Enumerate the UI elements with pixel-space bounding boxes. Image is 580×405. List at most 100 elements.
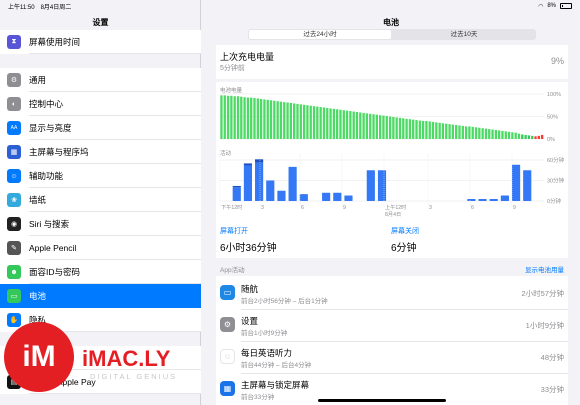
screen-off-label: 屏幕关闭 (391, 228, 419, 235)
app-name: 每日英语听力 (241, 348, 293, 358)
siri-icon: ◉ (7, 217, 21, 231)
sidebar-item[interactable]: ✎ Apple Pencil (0, 236, 201, 260)
app-name: 主屏幕与锁定屏幕 (241, 380, 310, 390)
battery-bar (451, 124, 455, 139)
status-bar: 上午11:50 8月4日周二 ◠ 8% (0, 0, 580, 12)
screen-time-summary: 屏幕打开 6小时36分钟 屏幕关闭 6分钟 (216, 222, 568, 258)
app-usage-row[interactable]: ◌ 每日英语听力 前台44分钟 – 后台4分钟 48分钟 (216, 340, 568, 374)
sidebar-item[interactable]: ❀ 墙纸 (0, 188, 201, 212)
battery-bar (421, 121, 425, 139)
battery-bar (293, 103, 296, 139)
app-usage-row[interactable]: ⚙ 设置 前台1小时9分钟 1小时9分钟 (216, 308, 568, 342)
app-usage-row[interactable]: ▭ 随航前台2小时56分钟 – 后台1分钟 2小时57分钟 (216, 276, 568, 310)
battery-bar (481, 128, 484, 139)
battery-bar (431, 121, 435, 139)
last-charge-sub: 5分钟前 (220, 65, 245, 72)
sidebar-item[interactable]: ☺ 辅助功能 (0, 164, 201, 188)
battery-bar (302, 104, 306, 139)
gear-icon: ⚙ (220, 317, 235, 332)
last-charge-title: 上次充电电量 (220, 52, 275, 62)
battery-bar (448, 124, 451, 139)
sidebar-item-label: 控制中心 (29, 99, 64, 109)
sidebar-item[interactable]: AA 显示与亮度 (0, 116, 201, 140)
activity-bar (255, 162, 264, 201)
activity-bar-overlay (243, 163, 253, 166)
battery-bar (253, 98, 256, 139)
activity-bar (511, 164, 521, 201)
sidecar-icon: ▭ (220, 285, 235, 300)
y-tick-label: 0% (547, 137, 555, 143)
sidebar-item-label: 主屏幕与程序坞 (29, 147, 89, 157)
activity-bar (478, 198, 487, 201)
battery-bar (273, 100, 276, 139)
battery-bar (312, 106, 316, 139)
sidebar-item[interactable]: ▦ 主屏幕与程序坞 (0, 140, 201, 164)
battery-level-label: 电池电量 (220, 88, 243, 94)
battery-bar (514, 132, 517, 139)
battery-bar (309, 105, 312, 139)
battery-bar (438, 122, 441, 139)
app-activity-title: App活动 (220, 267, 245, 274)
battery-bar (491, 129, 494, 139)
home-screen-icon: ▦ (220, 381, 235, 396)
gear-icon: ⚙ (7, 73, 21, 87)
battery-bar (289, 103, 293, 139)
battery-bar (345, 110, 349, 139)
battery-bar (527, 135, 531, 139)
grid-icon: ▦ (7, 145, 21, 159)
activity-bar (523, 170, 532, 201)
screen-on-summary: 屏幕打开 6小时36分钟 (220, 226, 277, 254)
battery-bar (415, 120, 418, 139)
sidebar-item-label: 面容ID与密码 (29, 267, 81, 277)
battery-bar (511, 132, 514, 139)
battery-bar (339, 109, 342, 139)
battery-bar (299, 104, 302, 139)
battery-bar (455, 125, 458, 139)
battery-bar (534, 136, 537, 139)
battery-bar (296, 103, 299, 139)
battery-bar (359, 112, 362, 139)
segment-10d[interactable]: 过去10天 (393, 30, 535, 39)
app-usage-time: 2小时57分钟 (521, 289, 564, 298)
sidebar-item[interactable]: ⧗ 屏幕使用时间 (0, 30, 201, 54)
battery-bar (332, 108, 336, 139)
sidebar-item[interactable]: ▭ 电池 (0, 284, 201, 308)
show-battery-usage-link[interactable]: 显示电池用量 (525, 264, 564, 274)
app-name: 随航 (241, 284, 259, 294)
segment-24h[interactable]: 过去24小时 (249, 30, 391, 39)
app-usage-detail: 前台2小时56分钟 – 后台1分钟 (241, 298, 328, 305)
battery-bar (266, 99, 269, 139)
battery-bar (250, 97, 253, 139)
sidebar-item[interactable]: ◉ Siri 与搜索 (0, 212, 201, 236)
activity-bar (232, 187, 241, 201)
battery-pane: 电池 过去24小时 过去10天 上次充电电量 5分钟前 9% 100% 50% 0%… (202, 0, 580, 405)
battery-bar (230, 95, 233, 139)
battery-bar (223, 95, 226, 139)
sidebar-item[interactable]: ◐ 控制中心 (0, 92, 201, 116)
watermark-text: iMAC.LY (82, 346, 171, 371)
battery-bar (352, 111, 355, 139)
battery-bar (398, 117, 402, 139)
activity-label: 活动 (220, 151, 232, 157)
battery-bar (362, 112, 365, 139)
sidebar-group-screentime: ⧗ 屏幕使用时间 (0, 30, 201, 54)
battery-bar (521, 134, 524, 139)
home-indicator (318, 399, 446, 402)
sidebar-item[interactable]: ⚙ 通用 (0, 68, 201, 92)
y-tick-label: 50% (547, 115, 558, 121)
app-activity-list: ▭ 随航前台2小时56分钟 – 后台1分钟 2小时57分钟 ⚙ 设置 前台1小时9分钟 1小… (216, 276, 568, 405)
battery-bar (286, 102, 289, 139)
status-battery-percent: 8% (547, 3, 556, 9)
app-activity-header: App活动 显示电池用量 (220, 264, 564, 274)
battery-bar (428, 121, 431, 139)
sidebar-item[interactable]: ☻ 面容ID与密码 (0, 260, 201, 284)
sidebar-item-label: 通用 (29, 75, 47, 85)
battery-bar (504, 131, 507, 139)
x-tick-label: 9 (513, 205, 516, 211)
battery-bar (435, 122, 438, 139)
activity-bar (500, 195, 509, 201)
activity-bar (243, 165, 253, 201)
page-title: 电池 (383, 18, 399, 27)
activity-bar (467, 198, 476, 201)
battery-bar (233, 96, 236, 139)
